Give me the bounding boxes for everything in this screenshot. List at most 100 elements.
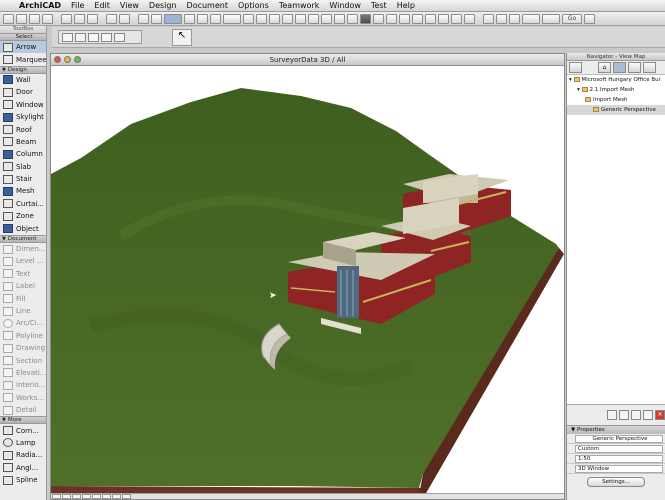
menu-design[interactable]: Design <box>144 1 182 10</box>
send-back-icon[interactable] <box>386 13 397 24</box>
tree-item[interactable]: ▾ 2.1 Import Mesh <box>567 85 665 95</box>
tool-works[interactable]: Works... <box>0 392 46 404</box>
snap-icon[interactable] <box>197 13 208 24</box>
single-select-icon[interactable] <box>62 32 73 42</box>
zoom-button-icon[interactable] <box>74 56 81 63</box>
tool-spline[interactable]: Spline <box>0 474 46 486</box>
tool-radia[interactable]: Radia... <box>0 449 46 461</box>
grid-icon[interactable] <box>210 13 221 24</box>
tree-item[interactable]: ▾ Microsoft Hungary Office Bui <box>567 75 665 85</box>
tool-marquee[interactable]: Marquee <box>0 53 46 65</box>
group-icon[interactable] <box>295 13 306 24</box>
tool-section[interactable]: Section <box>0 354 46 366</box>
tool-text[interactable]: Text <box>0 268 46 280</box>
document-header[interactable]: ▼ Document <box>0 234 46 243</box>
tool-beam[interactable]: Beam <box>0 136 46 148</box>
tool-door[interactable]: Door <box>0 86 46 98</box>
intersect-icon[interactable] <box>438 13 449 24</box>
unlock-icon[interactable] <box>347 13 358 24</box>
new-icon[interactable] <box>3 13 14 24</box>
redo-icon[interactable] <box>119 13 130 24</box>
orbit-icon[interactable] <box>102 494 111 499</box>
print-icon[interactable] <box>42 13 53 24</box>
menu-document[interactable]: Document <box>182 1 233 10</box>
scroll-left-icon[interactable] <box>52 494 61 499</box>
tool-skylight[interactable]: Skylight <box>0 111 46 123</box>
ungroup-icon[interactable] <box>308 13 319 24</box>
more-header[interactable]: ▼ More <box>0 416 46 425</box>
menu-app[interactable]: ArchiCAD <box>14 1 66 10</box>
polygon-select-icon[interactable] <box>75 32 86 42</box>
tool-detail[interactable]: Detail <box>0 404 46 416</box>
tool-curtai[interactable]: Curtai... <box>0 198 46 210</box>
paste-icon[interactable] <box>87 13 98 24</box>
section-view-icon[interactable] <box>496 13 507 24</box>
settings-button[interactable]: Settings... <box>587 477 645 487</box>
layout-book-icon[interactable] <box>628 62 641 73</box>
tool-angl[interactable]: Angl... <box>0 462 46 474</box>
split-icon[interactable] <box>412 13 423 24</box>
tool-elevati[interactable]: Elevati... <box>0 367 46 379</box>
save-view-icon[interactable] <box>619 410 629 420</box>
lock-icon[interactable] <box>334 13 345 24</box>
tool-line[interactable]: Line <box>0 305 46 317</box>
fit-window-icon[interactable] <box>82 494 91 499</box>
undo-icon[interactable] <box>106 13 117 24</box>
walk-icon[interactable] <box>584 13 595 24</box>
property-window[interactable]: 3D Window <box>575 465 663 473</box>
menu-edit[interactable]: Edit <box>89 1 115 10</box>
arrow-cursor-icon[interactable]: ↖ <box>172 29 192 46</box>
menu-file[interactable]: File <box>66 1 89 10</box>
view-map-icon[interactable] <box>613 62 626 73</box>
3d-viewport[interactable]: ➤ <box>51 66 564 495</box>
tool-object[interactable]: Object <box>0 222 46 234</box>
save-icon[interactable] <box>29 13 40 24</box>
go-button[interactable]: Go <box>562 13 582 24</box>
pan-icon[interactable] <box>92 494 101 499</box>
layer-icon[interactable] <box>138 13 149 24</box>
cut-icon[interactable] <box>61 13 72 24</box>
publisher-sets-icon[interactable] <box>643 62 656 73</box>
tool-interio[interactable]: Interio... <box>0 379 46 391</box>
rotate-icon[interactable] <box>269 13 280 24</box>
menu-options[interactable]: Options <box>233 1 274 10</box>
tool-roof[interactable]: Roof <box>0 123 46 135</box>
rectangle-select-icon[interactable] <box>88 32 99 42</box>
3d-view-icon[interactable] <box>509 13 520 24</box>
tool-lamp[interactable]: Lamp <box>0 437 46 449</box>
tool-polyline[interactable]: Polyline <box>0 330 46 342</box>
design-header[interactable]: ▼ Design <box>0 65 46 74</box>
floor-plan-icon[interactable] <box>483 13 494 24</box>
bring-front-icon[interactable] <box>373 13 384 24</box>
menu-window[interactable]: Window <box>324 1 366 10</box>
trim-icon[interactable] <box>399 13 410 24</box>
menu-help[interactable]: Help <box>392 1 420 10</box>
tool-zone[interactable]: Zone <box>0 210 46 222</box>
tool-column[interactable]: Column <box>0 148 46 160</box>
tool-dimen[interactable]: Dimen... <box>0 243 46 255</box>
tool-fill[interactable]: Fill <box>0 292 46 304</box>
rotated-select-icon[interactable] <box>101 32 112 42</box>
new-folder-icon[interactable] <box>607 410 617 420</box>
zoom-in-icon[interactable] <box>62 494 71 499</box>
tool-arc-ci[interactable]: Arc/Ci... <box>0 317 46 329</box>
tool-stair[interactable]: Stair <box>0 173 46 185</box>
tool-window[interactable]: Window <box>0 99 46 111</box>
eyedropper-icon[interactable] <box>151 13 162 24</box>
offset-icon[interactable] <box>464 13 475 24</box>
open-icon[interactable] <box>16 13 27 24</box>
suspend-group-icon[interactable] <box>321 13 332 24</box>
folder-icon[interactable] <box>643 410 653 420</box>
window-titlebar[interactable]: SurveyorData 3D / All <box>51 54 564 66</box>
select-header[interactable]: Select <box>0 33 46 41</box>
project-map-icon[interactable] <box>569 62 582 73</box>
3d-box-select-icon[interactable] <box>114 32 125 42</box>
gravity-icon[interactable] <box>223 13 241 24</box>
view-name-field[interactable]: Generic Perspective <box>575 435 663 443</box>
display-order-icon[interactable] <box>360 13 371 24</box>
pen-icon[interactable] <box>184 13 195 24</box>
zoom-out-icon[interactable] <box>72 494 81 499</box>
tool-corn[interactable]: Corn... <box>0 424 46 436</box>
tool-arrow[interactable]: Arrow <box>0 41 46 54</box>
plane-icon[interactable] <box>243 13 254 24</box>
